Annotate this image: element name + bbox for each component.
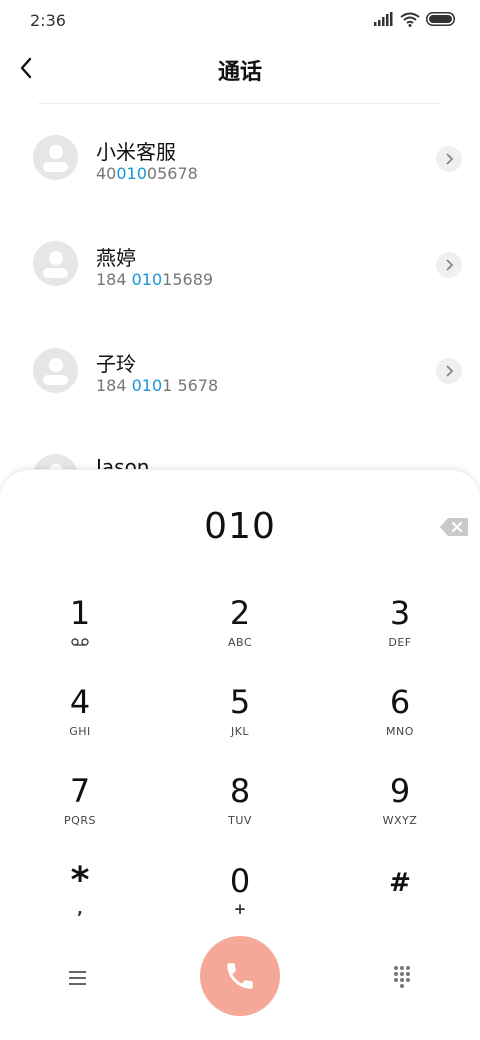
- key-letters: JKL: [230, 725, 250, 738]
- key-9[interactable]: 9 WXYZ: [340, 772, 460, 852]
- key-digit: 3: [389, 594, 411, 632]
- contact-number: 184 0101 5678: [96, 376, 219, 395]
- dialpad-panel: 010 1 2 ABC 3 DEF 4 GHI 5 JKL 6 MNO 7 PQ…: [0, 469, 480, 1040]
- menu-button[interactable]: [62, 966, 92, 992]
- detail-button[interactable]: [436, 252, 462, 278]
- key-star[interactable]: * ,: [20, 860, 140, 942]
- key-digit: 1: [69, 594, 91, 632]
- dialed-number: 010: [204, 506, 276, 547]
- menu-icon: [69, 971, 86, 985]
- key-digit: #: [389, 868, 411, 898]
- header: 通话: [0, 42, 480, 100]
- call-button[interactable]: [200, 936, 280, 1016]
- key-1[interactable]: 1: [20, 594, 140, 674]
- voicemail-icon: [71, 638, 89, 646]
- key-6[interactable]: 6 MNO: [340, 683, 460, 763]
- chevron-right-icon: [446, 365, 453, 377]
- backspace-button[interactable]: [440, 518, 468, 536]
- key-2[interactable]: 2 ABC: [180, 594, 300, 674]
- key-3[interactable]: 3 DEF: [340, 594, 460, 674]
- contact-name: 小米客服: [96, 140, 176, 164]
- chevron-right-icon: [446, 259, 453, 271]
- key-digit: 5: [229, 683, 251, 721]
- contact-name: 子玲: [96, 352, 136, 376]
- keypad-icon: [394, 966, 410, 988]
- key-4[interactable]: 4 GHI: [20, 683, 140, 763]
- key-letters: GHI: [69, 725, 91, 738]
- avatar: [33, 135, 78, 180]
- key-digit: 6: [389, 683, 411, 721]
- contact-row[interactable]: 燕婷 184 01015689: [0, 210, 480, 316]
- key-digit: 9: [389, 772, 411, 810]
- status-time: 2:36: [30, 11, 66, 30]
- avatar: [33, 348, 78, 393]
- key-5[interactable]: 5 JKL: [180, 683, 300, 763]
- keypad-toggle-button[interactable]: [390, 964, 414, 988]
- key-0[interactable]: 0 +: [180, 862, 300, 942]
- key-digit: 8: [229, 772, 251, 810]
- page-title: 通话: [217, 60, 262, 85]
- key-digit: 0: [229, 862, 251, 900]
- key-digit: 7: [69, 772, 91, 810]
- contact-list: 小米客服 4001005678 燕婷 184 01015689 子玲 184 0…: [0, 104, 480, 504]
- bottom-bar: [0, 936, 480, 1026]
- avatar: [33, 241, 78, 286]
- backspace-icon: [440, 518, 468, 536]
- signal-icon: [374, 12, 393, 26]
- key-letters: [20, 636, 140, 649]
- battery-icon: [426, 12, 455, 26]
- contact-number: 4001005678: [96, 164, 198, 183]
- key-hash[interactable]: #: [340, 862, 460, 942]
- key-digit: *: [70, 860, 90, 901]
- contact-name: 燕婷: [96, 246, 136, 270]
- key-letters: DEF: [388, 636, 412, 649]
- status-bar: 2:36: [0, 0, 480, 42]
- key-7[interactable]: 7 PQRS: [20, 772, 140, 852]
- key-letters: TUV: [228, 814, 252, 827]
- key-letters: PQRS: [64, 814, 96, 827]
- chevron-right-icon: [446, 153, 453, 165]
- detail-button[interactable]: [436, 146, 462, 172]
- detail-button[interactable]: [436, 358, 462, 384]
- key-letters: +: [233, 900, 247, 918]
- key-letters: WXYZ: [382, 814, 418, 827]
- phone-icon: [227, 963, 253, 989]
- wifi-icon: [400, 12, 420, 27]
- key-8[interactable]: 8 TUV: [180, 772, 300, 852]
- key-digit: 2: [229, 594, 251, 632]
- key-letters: ,: [77, 900, 83, 918]
- key-letters: ABC: [227, 636, 253, 649]
- key-digit: 4: [69, 683, 91, 721]
- contact-row[interactable]: 子玲 184 0101 5678: [0, 316, 480, 422]
- key-letters: MNO: [386, 725, 414, 738]
- contact-row[interactable]: 小米客服 4001005678: [0, 104, 480, 210]
- contact-number: 184 01015689: [96, 270, 214, 289]
